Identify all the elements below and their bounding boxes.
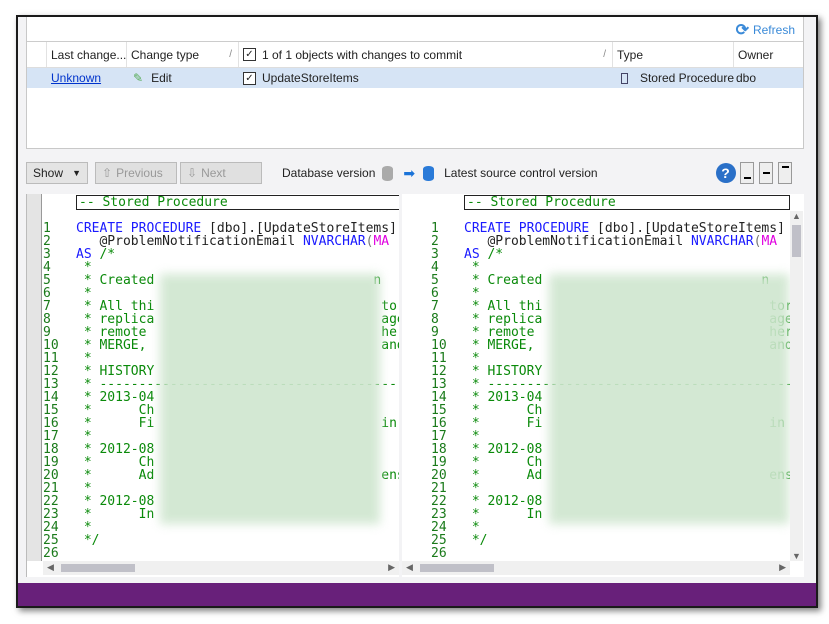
refresh-icon: ⟳ <box>735 22 749 39</box>
arrow-right-icon: ➡ <box>403 164 416 181</box>
arrow-up-icon: ⇧ <box>102 166 113 180</box>
scroll-thumb[interactable] <box>792 225 801 257</box>
source-version-label: Latest source control version <box>444 166 598 180</box>
code-line: @ProblemNotificationEmail NVARCHAR(MA <box>464 234 778 249</box>
code-line: AS /* <box>76 247 116 262</box>
pencil-icon: ✎ <box>133 71 144 85</box>
horizontal-scrollbar[interactable]: ◀ ▶ <box>402 561 790 575</box>
database-version-label: Database version <box>282 166 376 180</box>
changes-panel: ⟳ Refresh Last change... Change type / ✓ 1… <box>26 17 804 149</box>
cell-name: ✓ UpdateStoreItems <box>239 68 613 88</box>
scroll-thumb[interactable] <box>420 564 494 572</box>
col-last-change[interactable]: Last change... <box>47 42 127 67</box>
col-type[interactable]: Type <box>613 42 734 67</box>
row-spacer <box>27 68 47 88</box>
line-number: 26 <box>43 546 59 561</box>
previous-button[interactable]: ⇧ Previous <box>95 162 177 184</box>
horizontal-scrollbar[interactable]: ◀ ▶ <box>43 561 399 575</box>
cell-owner: dbo <box>736 71 757 85</box>
next-button[interactable]: ⇩ Next <box>180 162 262 184</box>
blurred-content <box>549 274 789 524</box>
code-line: @ProblemNotificationEmail NVARCHAR(MA <box>76 234 390 249</box>
help-icon[interactable]: ? <box>715 163 736 183</box>
cell-type: Stored Procedure <box>613 68 734 88</box>
table-row[interactable]: Unknown ✎ Edit ✓ UpdateStoreItems Stored P… <box>27 68 803 88</box>
sort-icon: / <box>229 49 232 60</box>
database-icon <box>382 165 394 181</box>
sql-header: -- Stored Procedure <box>464 195 790 210</box>
arrow-down-icon: ⇩ <box>187 166 198 180</box>
dropdown-arrow-icon: ▼ <box>72 168 81 178</box>
database-version-pane[interactable]: -- Stored Procedure 1 2 3 4 5 6 7 8 9 10 11 12 13 14 1… <box>26 194 399 577</box>
line-number: 26 <box>431 546 447 561</box>
header-spacer <box>27 42 47 67</box>
source-control-database-icon <box>423 165 435 181</box>
col-name[interactable]: ✓ 1 of 1 objects with changes to commit / <box>239 42 613 67</box>
layout-middle-button[interactable] <box>758 162 773 184</box>
select-all-checkbox[interactable]: ✓ <box>243 48 256 61</box>
changes-grid: Last change... Change type / ✓ 1 of 1 obje… <box>27 41 803 88</box>
gutter <box>27 194 42 561</box>
code-line: AS /* <box>464 247 504 262</box>
vertical-scrollbar[interactable]: ▲ ▼ <box>790 211 803 561</box>
refresh-button[interactable]: ⟳ Refresh <box>736 20 795 40</box>
sort-icon: / <box>603 49 606 60</box>
source-control-pane[interactable]: -- Stored Procedure 1 2 3 4 5 6 7 8 9 10 11 12 13 14 1… <box>402 194 804 577</box>
window: ⟳ Refresh Last change... Change type / ✓ 1… <box>16 15 818 608</box>
code-line: */ <box>464 533 488 548</box>
line-numbers: 1 2 3 4 5 6 7 8 9 10 11 12 13 14 15 16 17 18 19 20 21 22 23 24 2… <box>43 222 59 560</box>
col-owner[interactable]: Owner <box>734 42 803 67</box>
code-line: */ <box>76 533 100 548</box>
scroll-thumb[interactable] <box>61 564 135 572</box>
last-change-link[interactable]: Unknown <box>51 71 101 85</box>
layout-bottom-button[interactable] <box>739 162 754 184</box>
cell-change-type: ✎ Edit <box>133 71 172 85</box>
show-dropdown[interactable]: Show ▼ <box>26 162 88 184</box>
blurred-content <box>160 274 380 524</box>
status-bar <box>18 583 816 606</box>
col-change-type[interactable]: Change type / <box>127 42 239 67</box>
grid-header: Last change... Change type / ✓ 1 of 1 obje… <box>27 42 803 68</box>
sql-header: -- Stored Procedure <box>76 195 399 210</box>
diff-toolbar: Show ▼ ⇧ Previous ⇩ Next Database version ➡… <box>26 157 804 189</box>
row-checkbox[interactable]: ✓ <box>243 71 256 85</box>
layout-top-button[interactable] <box>777 162 792 184</box>
stored-procedure-icon <box>621 72 628 84</box>
cell-last-change: Unknown <box>47 68 127 88</box>
line-numbers: 1 2 3 4 5 6 7 8 9 10 11 12 13 14 15 16 17 18 19 20 21 22 23 24 2… <box>431 222 447 560</box>
